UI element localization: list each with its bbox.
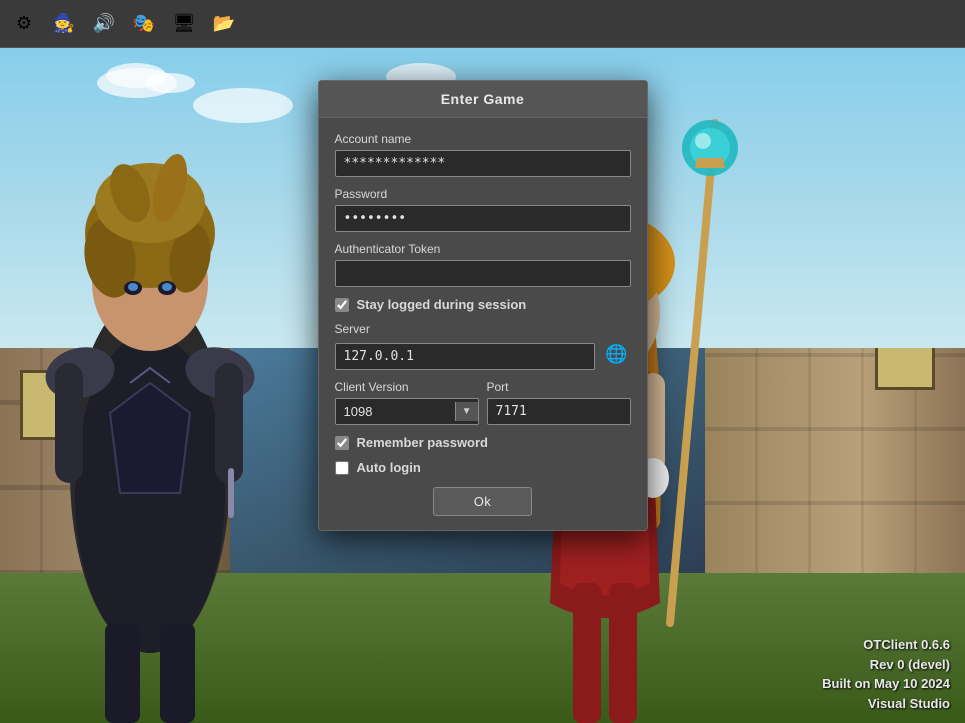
remember-section: Remember password Auto login xyxy=(335,435,631,475)
stay-logged-row: Stay logged during session xyxy=(335,297,631,312)
password-input[interactable] xyxy=(335,205,631,232)
server-group: Server 🌐 xyxy=(335,322,631,370)
server-row: 🌐 xyxy=(335,340,631,370)
authenticator-group: Authenticator Token xyxy=(335,242,631,287)
port-input[interactable] xyxy=(487,398,631,425)
remember-password-checkbox[interactable] xyxy=(335,436,349,450)
account-name-input[interactable] xyxy=(335,150,631,177)
taskbar: ⚙ 🧙 🔊 🎭 🖥 📂 xyxy=(0,0,965,48)
settings-icon[interactable]: ⚙ xyxy=(10,10,38,38)
version-group: Client Version 1098 1097 1100 ▼ xyxy=(335,380,479,425)
enter-game-dialog: Enter Game Account name Password Authent… xyxy=(318,80,648,531)
remember-password-label[interactable]: Remember password xyxy=(357,435,489,450)
globe-icon[interactable]: 🌐 xyxy=(603,340,631,368)
auto-login-label[interactable]: Auto login xyxy=(357,460,421,475)
port-label: Port xyxy=(487,380,631,394)
version-label: Client Version xyxy=(335,380,479,394)
auto-login-checkbox[interactable] xyxy=(335,461,349,475)
dialog-title: Enter Game xyxy=(319,81,647,118)
ok-button[interactable]: Ok xyxy=(433,487,533,516)
version-select-arrow[interactable]: ▼ xyxy=(455,402,478,421)
sound-icon[interactable]: 🔊 xyxy=(90,10,118,38)
authenticator-label: Authenticator Token xyxy=(335,242,631,256)
stay-logged-label[interactable]: Stay logged during session xyxy=(357,297,527,312)
ok-btn-row: Ok xyxy=(335,487,631,516)
server-input-wrap xyxy=(335,343,595,370)
version-port-row: Client Version 1098 1097 1100 ▼ Port xyxy=(335,380,631,425)
password-label: Password xyxy=(335,187,631,201)
version-select[interactable]: 1098 1097 1100 xyxy=(336,399,455,424)
stay-logged-checkbox[interactable] xyxy=(335,298,349,312)
auto-login-row: Auto login xyxy=(335,460,631,475)
character-icon[interactable]: 🧙 xyxy=(50,10,78,38)
password-group: Password xyxy=(335,187,631,232)
remember-password-row: Remember password xyxy=(335,435,631,450)
window-icon[interactable]: 🖥 xyxy=(170,10,198,38)
version-select-wrap: 1098 1097 1100 ▼ xyxy=(335,398,479,425)
account-name-group: Account name xyxy=(335,132,631,177)
server-input[interactable] xyxy=(335,343,595,370)
server-label: Server xyxy=(335,322,631,336)
mask-icon[interactable]: 🎭 xyxy=(130,10,158,38)
authenticator-input[interactable] xyxy=(335,260,631,287)
port-group: Port xyxy=(487,380,631,425)
account-name-label: Account name xyxy=(335,132,631,146)
folder-icon[interactable]: 📂 xyxy=(210,10,238,38)
